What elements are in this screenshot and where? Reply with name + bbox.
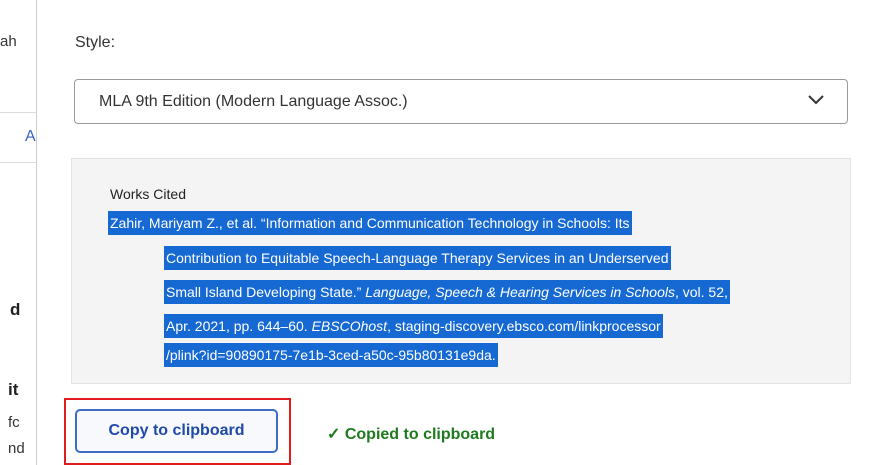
citation-line: Small Island Developing State.” Language… (164, 280, 730, 304)
background-heading-fragment: d (10, 300, 21, 319)
background-tab-fragment: A (25, 128, 36, 145)
citation-line: /plink?id=90890175-7e1b-3ced-a50c-95b801… (164, 343, 498, 367)
background-text-fragment: fc (8, 414, 20, 431)
style-label: Style: (75, 34, 116, 51)
divider (0, 112, 36, 113)
citation-line: Apr. 2021, pp. 644–60. EBSCOhost, stagin… (164, 314, 663, 338)
background-text-fragment: ah (0, 33, 17, 50)
copy-to-clipboard-button[interactable]: Copy to clipboard (75, 409, 278, 453)
citation-style-select[interactable]: MLA 9th Edition (Modern Language Assoc.) (74, 79, 848, 124)
copied-status-message: ✓ Copied to clipboard (327, 426, 496, 443)
citation-style-value: MLA 9th Edition (Modern Language Assoc.) (99, 93, 408, 110)
background-page: ah A d it fc nd (0, 0, 37, 465)
background-text-fragment: nd (8, 440, 25, 457)
cite-dialog: Style: MLA 9th Edition (Modern Language … (37, 0, 892, 465)
citation-line: Contribution to Equitable Speech-Languag… (164, 246, 671, 270)
chevron-down-icon (808, 95, 824, 105)
citation-preview: Works Cited Zahir, Mariyam Z., et al. “I… (71, 158, 851, 384)
background-heading-fragment: it (8, 380, 19, 399)
divider (0, 162, 36, 163)
citation-line: Zahir, Mariyam Z., et al. “Information a… (108, 211, 632, 235)
works-cited-heading: Works Cited (110, 186, 186, 202)
